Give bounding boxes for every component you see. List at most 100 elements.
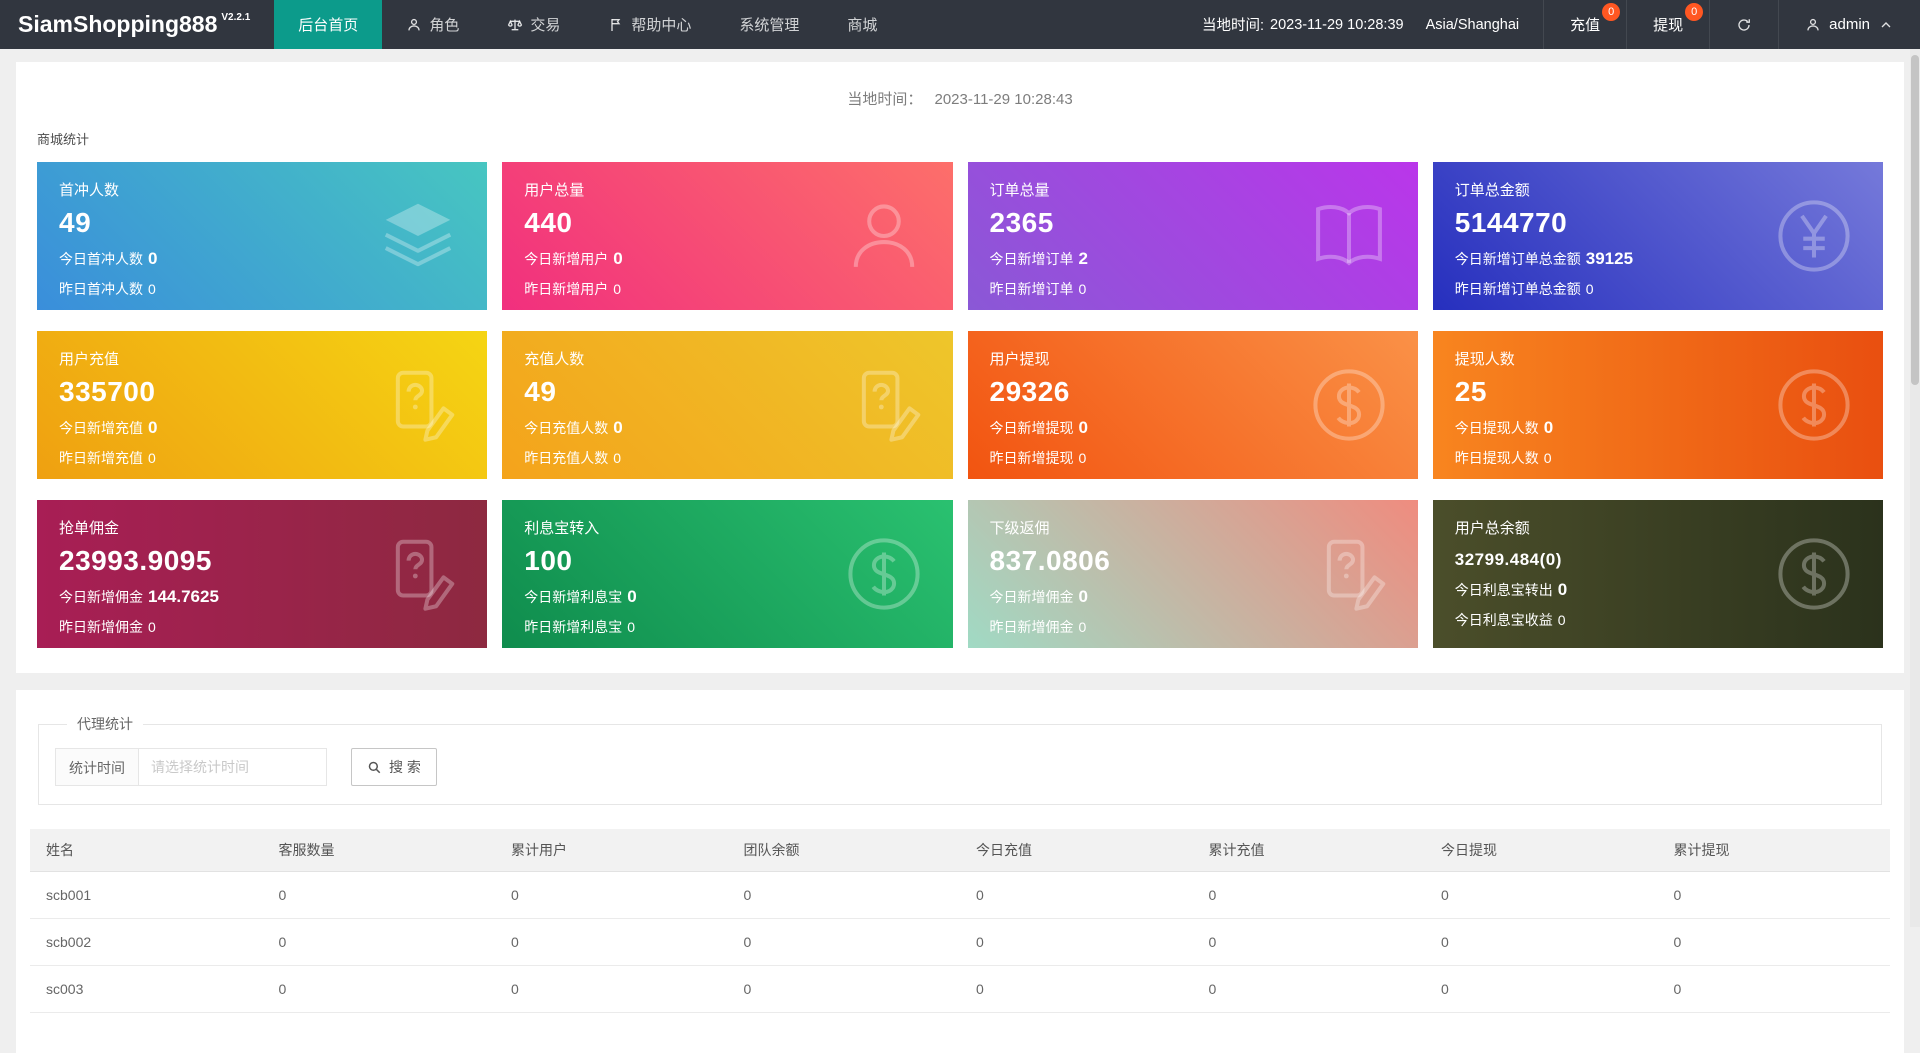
stat-card-line-value: 0	[148, 281, 156, 297]
navbar-right: 当地时间: 2023-11-29 10:28:39 Asia/Shanghai …	[1178, 0, 1920, 49]
stat-card-line: 昨日新增利息宝 0	[524, 617, 930, 637]
stat-card-order-commission: 抢单佣金 23993.9095 今日新增佣金 144.7625 昨日新增佣金 0	[37, 500, 488, 648]
stat-card-line-label: 今日新增佣金	[59, 589, 143, 605]
stat-card-first-recharge-users: 首冲人数 49 今日首冲人数 0 昨日首冲人数 0	[37, 162, 488, 310]
scrollbar[interactable]	[1910, 49, 1920, 927]
stat-card-line-label: 昨日新增充值	[59, 450, 143, 466]
agent-stats-legend: 代理统计	[77, 716, 133, 732]
stat-card-line-value: 0	[613, 281, 622, 297]
table-cell: 0	[1425, 871, 1658, 919]
table-cell: 0	[495, 918, 728, 966]
table-row: sc003 0 0 0 0 0 0 0	[30, 965, 1890, 1013]
table-cell: 0	[1657, 965, 1890, 1013]
stat-card-line-label: 昨日新增佣金	[59, 619, 143, 635]
user-icon	[406, 17, 422, 33]
menu-item-help-center[interactable]: 帮助中心	[584, 0, 715, 49]
stat-card-line-value: 0	[148, 619, 156, 635]
stat-card-order-amount: 订单总金额 5144770 今日新增订单总金额 39125 昨日新增订单总金额 0	[1432, 162, 1883, 310]
table-cell: 0	[1425, 918, 1658, 966]
stat-card-line-value: 0	[613, 249, 623, 268]
stat-card-line-value: 0	[1078, 619, 1087, 635]
yen-circle-icon	[1771, 193, 1857, 279]
stat-card-line: 昨日新增佣金 0	[990, 617, 1396, 637]
table-cell: 0	[495, 965, 728, 1013]
agent-stats-fieldset: 代理统计 统计时间 搜 索	[38, 714, 1882, 805]
table-header-cell: 累计提现	[1657, 829, 1890, 872]
table-header-cell: 今日充值	[960, 829, 1193, 872]
contract-edit-icon	[375, 531, 461, 617]
menu-item-home[interactable]: 后台首页	[274, 0, 383, 49]
recharge-button[interactable]: 充值 0	[1543, 0, 1626, 49]
menu-item-label: 商城	[847, 17, 878, 34]
stat-card-line-value: 0	[148, 249, 158, 268]
scrollbar-thumb[interactable]	[1911, 55, 1919, 385]
user-menu[interactable]: admin	[1778, 0, 1920, 49]
stat-card-line-value: 0	[1557, 580, 1568, 599]
stat-card-recharge-users: 充值人数 49 今日充值人数 0 昨日充值人数 0	[502, 331, 953, 479]
table-cell: 0	[727, 918, 960, 966]
dollar-circle-icon	[841, 531, 927, 617]
agent-name-cell: scb001	[30, 871, 263, 919]
stat-card-sub-rebate: 下级返佣 837.0806 今日新增佣金 0 昨日新增佣金 0	[967, 500, 1418, 648]
local-time: 当地时间: 2023-11-29 10:28:39 Asia/Shanghai	[1178, 0, 1543, 49]
agent-stats-panel: 代理统计 统计时间 搜 索 姓名客服数量累计用户团队余额今日充值累计充值今日提现…	[16, 690, 1904, 1053]
table-header-cell: 团队余额	[727, 829, 960, 872]
table-cell: 0	[1192, 871, 1425, 919]
stat-card-total-orders: 订单总量 2365 今日新增订单 2 昨日新增订单 0	[967, 162, 1418, 310]
table-cell: 0	[1425, 965, 1658, 1013]
menu-item-mall[interactable]: 商城	[823, 0, 901, 49]
stat-card-line-label: 今日新增充值	[59, 420, 143, 436]
stat-card-line-label: 今日新增用户	[524, 251, 609, 267]
stat-time-input[interactable]	[139, 748, 327, 786]
stat-card-user-withdraw: 用户提现 29326 今日新增提现 0 昨日新增提现 0	[967, 331, 1418, 479]
table-header-cell: 累计充值	[1192, 829, 1425, 872]
stat-card-line: 昨日首冲人数 0	[59, 279, 465, 299]
recharge-badge: 0	[1602, 3, 1621, 21]
stat-card-line-value: 0	[613, 450, 622, 466]
search-button[interactable]: 搜 索	[351, 748, 437, 786]
stat-card-line-label: 今日新增利息宝	[524, 589, 623, 605]
table-row: scb001 0 0 0 0 0 0 0	[30, 871, 1890, 919]
menu-item-roles[interactable]: 角色	[382, 0, 483, 49]
stat-card-total-users: 用户总量 440 今日新增用户 0 昨日新增用户 0	[502, 162, 953, 310]
table-cell: 0	[1657, 918, 1890, 966]
page-local-time-value: 2023-11-29 10:28:43	[934, 91, 1073, 108]
stat-card-line-label: 昨日新增提现	[989, 450, 1074, 466]
stat-card-line: 昨日新增充值 0	[59, 448, 465, 468]
withdraw-button[interactable]: 提现 0	[1626, 0, 1709, 49]
table-cell: 0	[960, 871, 1193, 919]
stat-card-user-recharge: 用户充值 335700 今日新增充值 0 昨日新增充值 0	[37, 331, 488, 479]
stat-card-line-label: 今日利息宝收益	[1454, 612, 1553, 628]
agent-name-cell: scb002	[30, 918, 263, 966]
recharge-label: 充值	[1570, 17, 1601, 34]
stat-cards-grid: 首冲人数 49 今日首冲人数 0 昨日首冲人数 0 用户总量 440 今日新增用户 0 昨日新增用户…	[37, 162, 1883, 648]
stat-card-line-label: 今日充值人数	[524, 420, 609, 436]
stat-card-line-value: 0	[1078, 587, 1088, 606]
stat-card-line-label: 今日利息宝转出	[1454, 582, 1553, 598]
stat-card-line-value: 0	[627, 619, 636, 635]
table-cell: 0	[960, 918, 1193, 966]
table-body: scb001 0 0 0 0 0 0 0 scb002 0 0 0 0 0 0 0 sc003 0 0 0 0 0 0 0	[30, 871, 1890, 1013]
flag-icon	[608, 17, 624, 33]
stat-card-line-label: 今日提现人数	[1454, 420, 1539, 436]
table-cell: 0	[960, 965, 1193, 1013]
table-cell: 0	[495, 871, 728, 919]
stat-card-line: 昨日新增提现 0	[990, 448, 1396, 468]
refresh-button[interactable]	[1709, 0, 1778, 49]
menu-item-trade[interactable]: 交易	[483, 0, 584, 49]
menu-item-system[interactable]: 系统管理	[715, 0, 823, 49]
table-cell: 0	[262, 918, 495, 966]
dollar-circle-icon	[1771, 362, 1857, 448]
contract-edit-icon	[841, 362, 927, 448]
table-row: scb002 0 0 0 0 0 0 0	[30, 918, 1890, 966]
page-content: 当地时间： 2023-11-29 10:28:43 商城统计 首冲人数 49 今日首…	[0, 49, 1920, 1053]
stat-card-line: 昨日充值人数 0	[524, 448, 930, 468]
caret-up-icon	[1878, 17, 1894, 33]
stat-card-line-label: 今日新增订单总金额	[1454, 251, 1581, 267]
book-icon	[1306, 193, 1392, 279]
menu-item-label: 后台首页	[298, 17, 359, 34]
main-menu: 后台首页 角色 交易 帮助中心 系统管理 商城	[274, 0, 901, 49]
agent-name-cell: sc003	[30, 965, 263, 1013]
stat-card-line-label: 昨日提现人数	[1454, 450, 1539, 466]
withdraw-label: 提现	[1653, 17, 1684, 34]
